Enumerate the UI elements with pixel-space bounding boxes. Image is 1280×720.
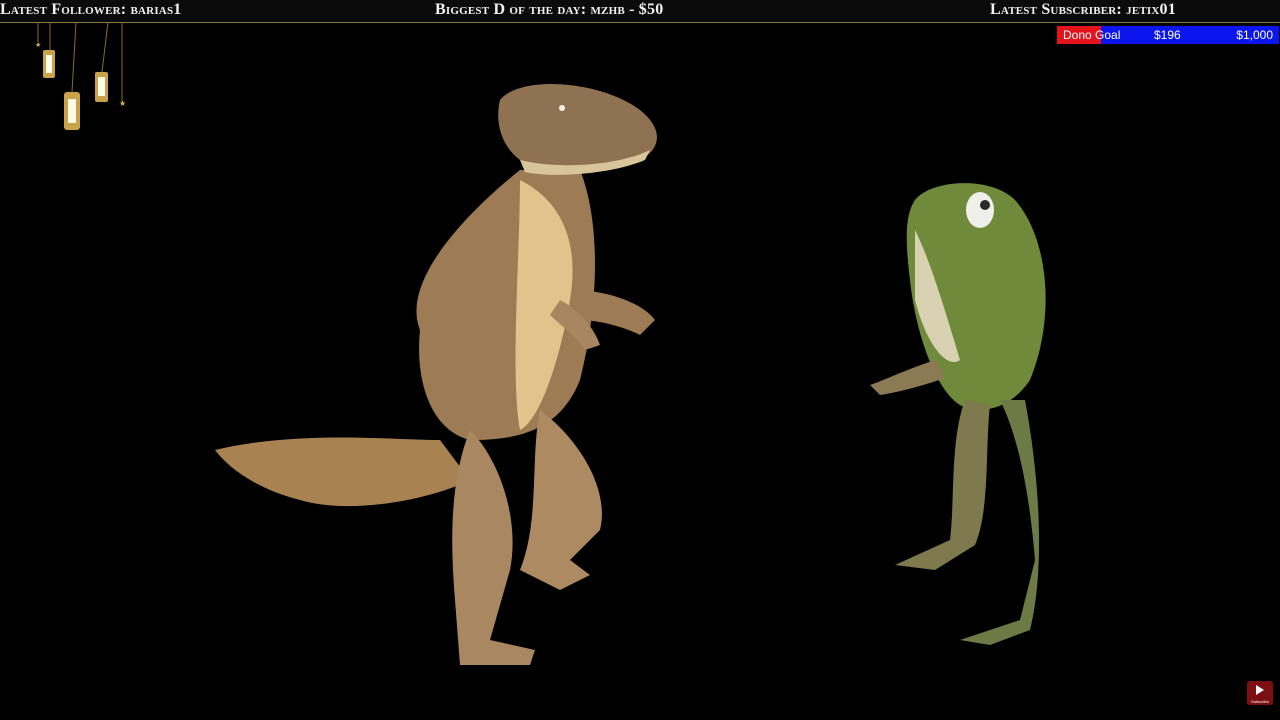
dinosaur-icon (215, 83, 657, 665)
frog-icon (870, 183, 1046, 645)
character-scene (215, 83, 1046, 665)
youtube-subscribe-icon[interactable]: Subscribe (1247, 681, 1273, 705)
play-icon (1256, 685, 1264, 695)
youtube-subscribe-caption: Subscribe (1251, 699, 1269, 704)
